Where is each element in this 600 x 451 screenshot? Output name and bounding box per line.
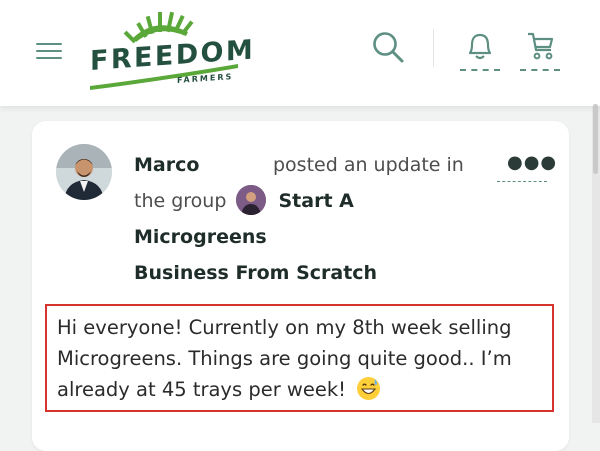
top-header: FREEDOM FARMERS xyxy=(0,0,600,106)
header-divider xyxy=(433,29,434,67)
activity-post-card: Marco posted an update in the group Star… xyxy=(32,121,569,451)
bell-icon[interactable] xyxy=(460,29,500,71)
search-icon[interactable] xyxy=(371,30,405,64)
avatar[interactable] xyxy=(56,144,112,200)
grinning-sweat-emoji xyxy=(356,376,381,401)
hamburger-icon[interactable] xyxy=(36,41,62,61)
post-meta: Marco posted an update in the group Star… xyxy=(134,147,484,291)
author-name[interactable]: Marco xyxy=(134,154,199,176)
freedom-farmers-logo[interactable]: FREEDOM FARMERS xyxy=(88,8,255,96)
post-body: Hi everyone! Currently on my 8th week se… xyxy=(45,304,554,412)
post-body-text: Hi everyone! Currently on my 8th week se… xyxy=(57,316,512,401)
group-avatar[interactable] xyxy=(236,185,267,215)
scrollbar-thumb[interactable] xyxy=(593,104,598,174)
group-prefix: the group xyxy=(134,190,227,212)
more-options-icon[interactable]: ●●● xyxy=(495,148,556,184)
cart-icon[interactable] xyxy=(520,29,560,71)
post-action-text: posted an update in xyxy=(273,154,464,176)
group-name-link-continued[interactable]: Business From Scratch xyxy=(134,262,377,284)
